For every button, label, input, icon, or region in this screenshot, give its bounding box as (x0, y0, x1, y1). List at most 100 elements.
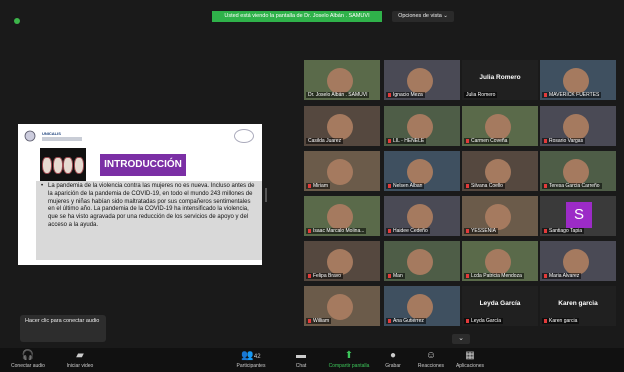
participant-name-label: Teresa Garcia Carreño (542, 183, 602, 189)
muted-mic-icon (308, 228, 311, 233)
participants-icon: 👥42 (241, 350, 261, 361)
university-logo-icon (24, 130, 36, 142)
participants-button[interactable]: 👥42 Participantes (228, 350, 274, 372)
connect-audio-button[interactable]: 🎧 Conectar audio (4, 350, 52, 372)
participant-tile[interactable]: YESSENIA (462, 196, 538, 236)
participant-tile[interactable]: Silvana Coello (462, 151, 538, 191)
participant-tile[interactable]: Rosario Vargas (540, 106, 616, 146)
participant-tile[interactable]: William (304, 286, 380, 326)
participant-name: Silvana Coello (471, 183, 503, 189)
connect-audio-label: Conectar audio (11, 363, 45, 369)
share-screen-button[interactable]: ⬆ Compartir pantalla (320, 350, 378, 372)
record-button[interactable]: ● Grabar (382, 350, 404, 372)
participant-name: Santiago Tapia (549, 228, 582, 234)
participant-avatar: S (566, 202, 592, 228)
view-options-button[interactable]: Opciones de vista ⌄ (392, 11, 454, 22)
reactions-button[interactable]: ☺ Reacciones (414, 350, 448, 372)
masks-image (40, 148, 86, 182)
participant-face (406, 68, 433, 94)
participant-name: YESSENIA (471, 228, 497, 234)
participant-name-label: Man (386, 273, 405, 279)
chat-button[interactable]: ▬ Chat (290, 350, 312, 372)
split-view-divider[interactable] (265, 188, 267, 202)
participant-face (484, 249, 511, 275)
participant-face (326, 68, 353, 94)
participant-tile[interactable]: Felipa Bravo (304, 241, 380, 281)
slide-body-text: La pandemia de la violencia contra las m… (36, 181, 262, 260)
connect-audio-tooltip: Hacer clic para conectar audio (20, 315, 106, 342)
record-label: Grabar (385, 363, 401, 369)
slide-brand-text: UNICALIS (42, 131, 61, 136)
chat-icon: ▬ (296, 350, 306, 361)
reactions-icon: ☺ (425, 350, 437, 361)
participant-center-name: Julia Romero (479, 74, 521, 81)
participant-tile[interactable]: Ignacio Meza (384, 60, 460, 100)
participant-tile[interactable]: S Santiago Tapia (540, 196, 616, 236)
participant-face (406, 249, 433, 275)
participant-name-label: Ignacio Meza (386, 92, 425, 98)
participant-center-name: Leyda García (479, 300, 521, 307)
start-video-button[interactable]: ▰ Iniciar video (58, 350, 102, 372)
participant-face (562, 249, 589, 275)
muted-mic-icon (466, 228, 469, 233)
participant-face (406, 204, 433, 230)
participant-tile[interactable]: LIL - HENELE (384, 106, 460, 146)
participant-face (484, 114, 511, 140)
participant-name-label: Dr. Joselo Albán . SAMUVI (306, 92, 370, 98)
muted-mic-icon (388, 183, 391, 188)
chat-label: Chat (295, 363, 307, 369)
participant-name-label: Felipa Bravo (306, 273, 344, 279)
participant-tile[interactable]: Maria Alvarez (540, 241, 616, 281)
muted-mic-icon (466, 138, 469, 143)
participant-tile[interactable]: Isaac Marcalo Molina... (304, 196, 380, 236)
participant-face (406, 294, 433, 320)
muted-mic-icon (388, 273, 391, 278)
meeting-toolbar: 🎧 Conectar audio ▰ Iniciar video 👥42 Par… (0, 348, 624, 372)
participant-tile[interactable]: Karen garcia Karen garcia (540, 286, 616, 326)
participant-name: Nelsen Alban (393, 183, 423, 189)
participant-tile[interactable]: Haidee Cedeño (384, 196, 460, 236)
video-off-icon: ▰ (76, 350, 84, 361)
participant-name: William (313, 318, 330, 324)
participant-tile[interactable]: MAVERICK FUERTES (540, 60, 616, 100)
participant-name-label: YESSENIA (464, 228, 499, 234)
participant-tile[interactable]: Nelsen Alban (384, 151, 460, 191)
apps-button[interactable]: ▦ Aplicaciones (450, 350, 490, 372)
participant-face (326, 204, 353, 230)
participant-tile[interactable]: Dr. Joselo Albán . SAMUVI (304, 60, 380, 100)
participant-tile[interactable]: Miriam (304, 151, 380, 191)
participant-name-label: Maria Alvarez (542, 273, 582, 279)
participant-name: Lcda Patricia Mendoza (471, 273, 522, 279)
participant-name-label: Haidee Cedeño (386, 228, 430, 234)
participant-name: Casilda Juarez (308, 138, 342, 144)
participant-name-label: William (306, 318, 332, 324)
participant-name: Julia Romero (466, 92, 496, 98)
slide-brand-subtext (42, 137, 82, 141)
participant-name: Maria Alvarez (549, 273, 580, 279)
participant-name-label: Casilda Juarez (306, 138, 344, 144)
participant-tile[interactable]: Lcda Patricia Mendoza (462, 241, 538, 281)
participant-center-name: Karen garcia (558, 300, 598, 307)
participant-face (562, 68, 589, 94)
muted-mic-icon (544, 273, 547, 278)
participant-name-label: MAVERICK FUERTES (542, 92, 602, 98)
participant-face (484, 159, 511, 185)
shared-slide: UNICALIS INTRODUCCIÓN La pandemia de la … (18, 124, 262, 265)
muted-mic-icon (544, 138, 547, 143)
participant-face (326, 249, 353, 275)
muted-mic-icon (388, 138, 391, 143)
gallery-next-page-button[interactable]: ⌄ (452, 334, 470, 344)
emblem-icon (234, 129, 254, 143)
mask-figure (73, 156, 84, 174)
muted-mic-icon (308, 318, 311, 323)
participant-name-label: Ana Gutiérrez (386, 318, 426, 324)
participant-tile[interactable]: Ana Gutiérrez (384, 286, 460, 326)
participant-tile[interactable]: Man (384, 241, 460, 281)
participant-tile[interactable]: Casilda Juarez (304, 106, 380, 146)
participant-tile[interactable]: Teresa Garcia Carreño (540, 151, 616, 191)
participant-tile[interactable]: Carmen Coveña (462, 106, 538, 146)
participant-tile[interactable]: Leyda García Leyda García (462, 286, 538, 326)
participant-tile[interactable]: Julia Romero Julia Romero (462, 60, 538, 100)
participant-name-label: Silvana Coello (464, 183, 505, 189)
muted-mic-icon (544, 318, 547, 323)
